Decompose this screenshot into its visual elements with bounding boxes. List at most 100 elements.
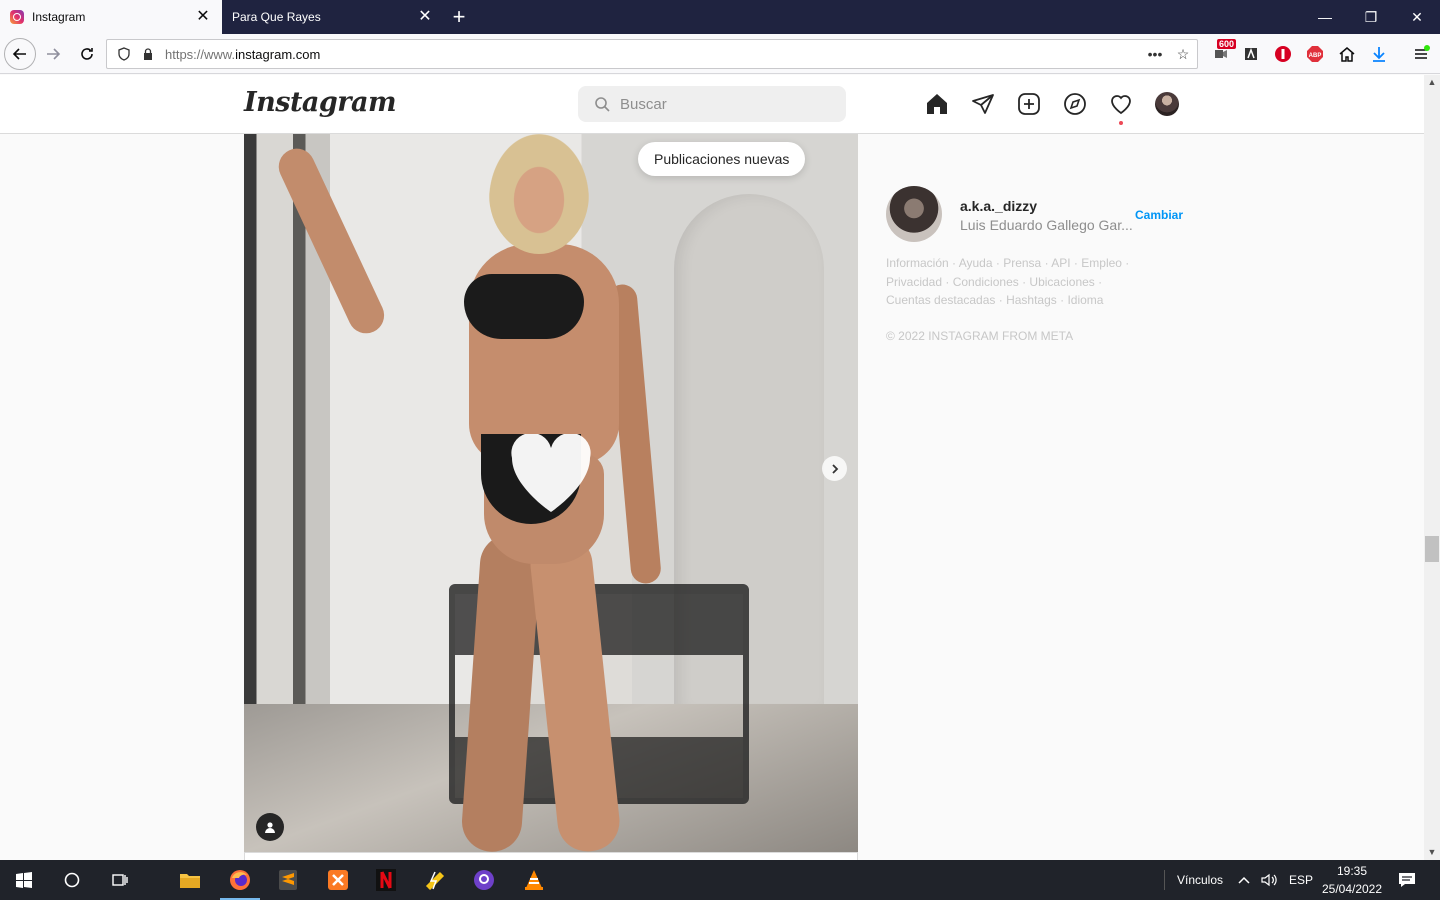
volume-button[interactable] [1260, 860, 1278, 900]
restore-button[interactable]: ❐ [1348, 0, 1394, 34]
close-window-button[interactable]: ✕ [1394, 0, 1440, 34]
footer-link[interactable]: Prensa [1003, 256, 1041, 270]
taskbar-file-explorer[interactable] [166, 860, 214, 900]
extension-adblock-plus[interactable]: ABP [1300, 39, 1330, 69]
show-hidden-icons-button[interactable] [1237, 860, 1251, 900]
new-post-icon [1018, 93, 1040, 115]
current-user-avatar[interactable] [886, 186, 942, 242]
footer-link[interactable]: Información [886, 256, 949, 270]
home-nav-button[interactable] [924, 91, 950, 117]
ublock-icon [1275, 46, 1291, 62]
extension-reader[interactable] [1236, 39, 1266, 69]
close-tab-icon[interactable]: ✕ [194, 8, 212, 26]
back-arrow-icon [12, 47, 26, 60]
footer-link[interactable]: Idioma [1067, 293, 1103, 307]
browser-nav-bar: https://www.instagram.com ••• ☆ 600 ABP [0, 34, 1440, 74]
extension-privacy-badger[interactable]: 600 [1206, 39, 1236, 69]
links-toolbar[interactable]: Vínculos [1177, 860, 1223, 900]
taskbar-clock[interactable]: 19:35 25/04/2022 [1318, 862, 1386, 898]
current-user-full-name: Luis Eduardo Gallego Gar... [960, 217, 1133, 233]
github-icon [474, 870, 494, 890]
task-view-button[interactable] [96, 860, 144, 900]
bookmark-star-icon[interactable]: ☆ [1169, 46, 1197, 63]
footer-link[interactable]: API [1051, 256, 1070, 270]
app-menu-button[interactable] [1406, 39, 1436, 69]
footer-link[interactable]: Ayuda [959, 256, 993, 270]
new-tab-button[interactable]: + [444, 0, 474, 34]
tracking-shield-icon[interactable] [117, 47, 131, 61]
sublime-text-icon [279, 870, 297, 890]
page-actions-menu-icon[interactable]: ••• [1141, 46, 1169, 62]
search-box[interactable] [578, 86, 846, 122]
next-photo-button[interactable] [822, 456, 847, 481]
profile-button[interactable] [1154, 91, 1180, 117]
close-tab-icon[interactable]: ✕ [416, 8, 434, 26]
instagram-logo[interactable]: Instagram [244, 87, 397, 118]
direct-messages-button[interactable] [970, 91, 996, 117]
windows-taskbar: Vínculos ESP 19:35 25/04/2022 [0, 860, 1440, 900]
taskbar-github-desktop[interactable] [460, 860, 508, 900]
new-post-button[interactable] [1016, 91, 1042, 117]
footer-links: Información · Ayuda · Prensa · API · Emp… [886, 256, 1130, 307]
next-post-edge [244, 852, 858, 860]
url-text[interactable]: https://www.instagram.com [165, 47, 1141, 62]
extension-ublock[interactable] [1268, 39, 1298, 69]
home-button[interactable] [1332, 39, 1362, 69]
tab-title: Para Que Rayes [232, 10, 321, 24]
user-icon [265, 822, 275, 833]
scroll-thumb[interactable] [1425, 536, 1439, 562]
taskbar-vlc[interactable] [510, 860, 558, 900]
activity-button[interactable] [1108, 91, 1134, 125]
switch-account-button[interactable]: Cambiar [1135, 208, 1183, 222]
notification-center-icon [1399, 873, 1415, 887]
abp-icon: ABP [1307, 46, 1323, 62]
input-language[interactable]: ESP [1289, 860, 1313, 900]
scroll-up-icon[interactable]: ▲ [1427, 77, 1437, 87]
taskbar-sublime-text[interactable] [264, 860, 312, 900]
chevron-up-icon [1238, 876, 1250, 884]
cortana-button[interactable] [48, 860, 96, 900]
taskbar-netflix[interactable] [362, 860, 410, 900]
tab-para-que-rayes[interactable]: Para Que Rayes ✕ [222, 0, 444, 34]
taskbar-xampp[interactable] [314, 860, 362, 900]
task-view-icon [112, 874, 128, 886]
footer-link[interactable]: Hashtags [1006, 293, 1057, 307]
action-center-button[interactable] [1398, 860, 1416, 900]
footer-link[interactable]: Cuentas destacadas [886, 293, 995, 307]
minimize-button[interactable]: — [1302, 0, 1348, 34]
forward-button[interactable] [36, 37, 70, 71]
tagged-users-button[interactable] [256, 813, 284, 841]
back-button[interactable] [4, 37, 36, 70]
feed-post-media[interactable] [244, 134, 858, 852]
extension-badge: 600 [1216, 39, 1236, 49]
tab-instagram[interactable]: Instagram ✕ [0, 0, 222, 34]
hamburger-menu-icon [1415, 45, 1430, 59]
clock-time: 19:35 [1336, 864, 1368, 878]
window-controls: — ❐ ✕ [1302, 0, 1440, 34]
taskbar-app[interactable] [410, 860, 458, 900]
heart-icon [1111, 95, 1131, 115]
explore-button[interactable] [1062, 91, 1088, 117]
downloads-button[interactable] [1364, 39, 1394, 69]
current-username[interactable]: a.k.a._dizzy [960, 198, 1037, 214]
page-scrollbar[interactable]: ▲ ▼ [1424, 75, 1440, 860]
taskbar-firefox[interactable] [216, 860, 264, 900]
reload-button[interactable] [70, 37, 104, 71]
footer-link[interactable]: Empleo [1081, 256, 1122, 270]
footer-link[interactable]: Condiciones [953, 275, 1019, 289]
start-button[interactable] [0, 860, 48, 900]
search-input[interactable] [620, 95, 820, 113]
heart-sticker-icon [511, 434, 591, 512]
home-icon [927, 94, 947, 114]
copyright-text: © 2022 INSTAGRAM FROM META [886, 329, 1074, 343]
xampp-icon [328, 870, 348, 890]
scroll-down-icon[interactable]: ▼ [1427, 847, 1437, 857]
reload-icon [81, 47, 93, 60]
explore-icon [1064, 93, 1086, 115]
lock-icon[interactable] [141, 47, 155, 61]
footer-link[interactable]: Ubicaciones [1029, 275, 1094, 289]
footer-link[interactable]: Privacidad [886, 275, 942, 289]
forward-arrow-icon [47, 47, 61, 60]
new-posts-button[interactable]: Publicaciones nuevas [638, 142, 806, 176]
address-bar[interactable]: https://www.instagram.com ••• ☆ [106, 39, 1198, 69]
